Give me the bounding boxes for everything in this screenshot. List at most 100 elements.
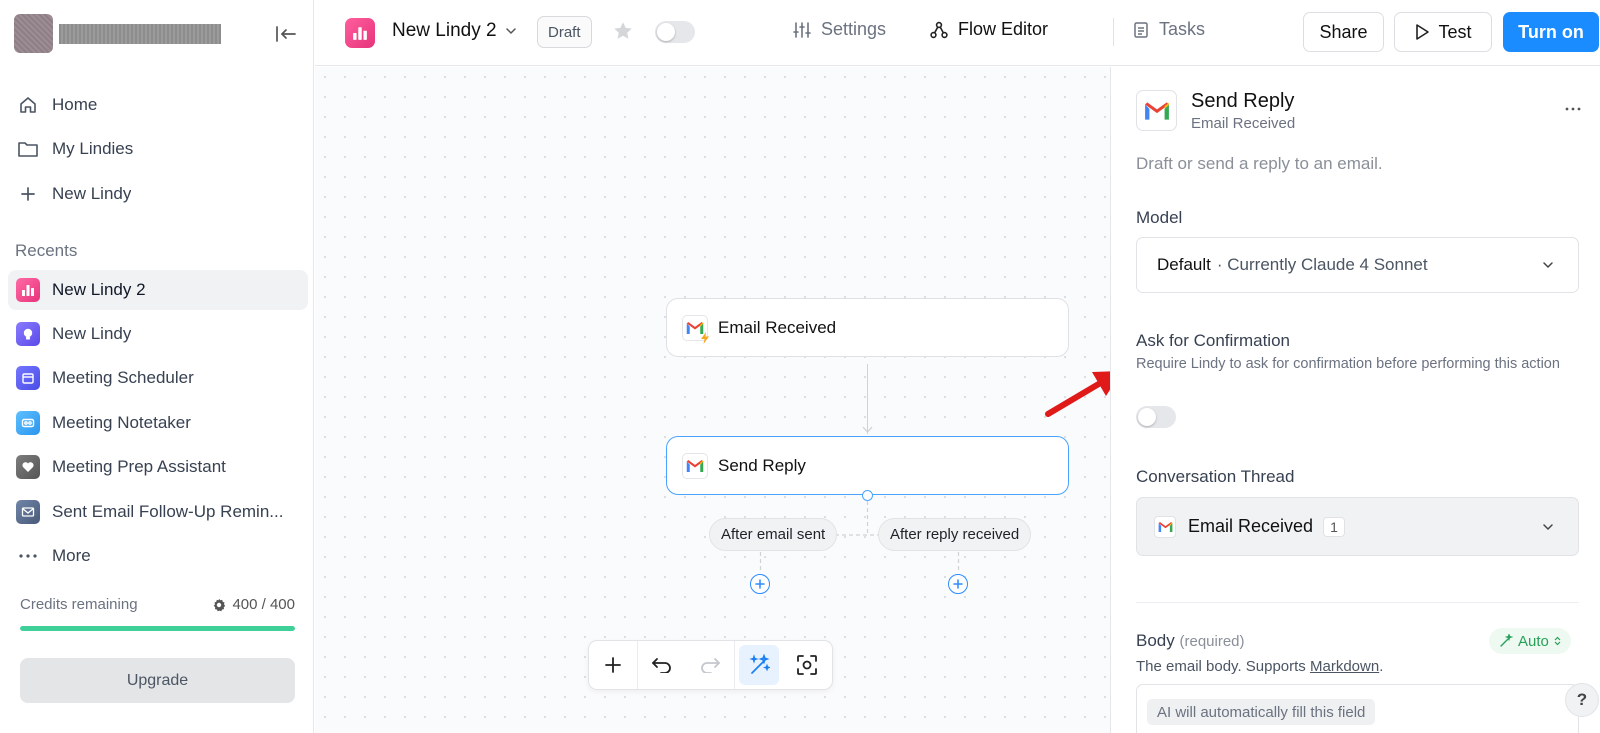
gmail-icon xyxy=(1154,515,1176,538)
folder-icon xyxy=(16,137,40,161)
credits-value: 400 / 400 xyxy=(232,596,295,613)
workspace-name[interactable] xyxy=(59,24,221,44)
add-step-button[interactable] xyxy=(948,574,968,594)
nav-home[interactable]: Home xyxy=(8,85,308,125)
credits-progress-bar xyxy=(20,626,295,631)
connector-arrow-icon xyxy=(862,426,873,433)
ai-fill-placeholder: AI will automatically fill this field xyxy=(1147,699,1376,725)
body-required-hint: (required) xyxy=(1179,633,1245,650)
toolbar-divider xyxy=(734,641,735,689)
add-step-button[interactable] xyxy=(750,574,770,594)
gmail-icon xyxy=(682,452,708,479)
canvas-toolbar xyxy=(588,640,833,690)
plus-icon xyxy=(605,657,621,673)
gmail-trigger-icon xyxy=(682,314,709,344)
tab-tasks-label: Tasks xyxy=(1159,19,1206,39)
markdown-link[interactable]: Markdown xyxy=(1310,658,1379,675)
recent-item-meeting-prep-assistant[interactable]: Meeting Prep Assistant xyxy=(8,447,308,487)
sidebar: Home My Lindies New Lindy Recents New Li… xyxy=(0,0,314,733)
auto-mode-select[interactable]: Auto xyxy=(1489,628,1571,654)
conversation-thread-value: Email Received xyxy=(1188,516,1314,536)
turn-on-button[interactable]: Turn on xyxy=(1503,12,1599,52)
add-node-button[interactable] xyxy=(589,641,637,689)
nav-home-label: Home xyxy=(52,95,98,114)
redo-button[interactable] xyxy=(686,641,734,689)
test-button[interactable]: Test xyxy=(1394,12,1492,52)
node-output-port[interactable] xyxy=(862,490,873,501)
confirmation-label: Ask for Confirmation xyxy=(1136,331,1290,350)
branch-after-email-sent[interactable]: After email sent xyxy=(709,518,838,551)
redo-icon xyxy=(701,658,720,673)
lindy-enabled-toggle[interactable] xyxy=(655,21,695,43)
plus-icon xyxy=(16,182,40,206)
nav-my-lindies[interactable]: My Lindies xyxy=(8,129,308,169)
tab-tasks[interactable]: Tasks xyxy=(1133,19,1205,40)
tab-flow-editor-label: Flow Editor xyxy=(958,19,1049,39)
recent-item-label: Meeting Notetaker xyxy=(52,413,191,432)
undo-button[interactable] xyxy=(638,641,686,689)
plus-icon xyxy=(953,579,963,589)
tab-flow-editor[interactable]: Flow Editor xyxy=(930,19,1048,40)
panel-subtitle: Email Received xyxy=(1191,115,1296,132)
nav-more[interactable]: More xyxy=(8,536,308,576)
recent-item-meeting-scheduler[interactable]: Meeting Scheduler xyxy=(8,358,308,398)
collapse-sidebar-button[interactable] xyxy=(272,20,300,48)
recent-item-new-lindy[interactable]: New Lindy xyxy=(8,314,308,354)
confirmation-help: Require Lindy to ask for confirmation be… xyxy=(1136,356,1560,372)
auto-layout-button[interactable] xyxy=(739,645,779,685)
flow-node-send-reply[interactable]: Send Reply xyxy=(666,436,1069,495)
credits-gear-icon xyxy=(214,598,226,611)
help-button[interactable]: ? xyxy=(1565,683,1599,717)
body-help: The email body. Supports Markdown. xyxy=(1136,656,1576,678)
tab-settings[interactable]: Settings xyxy=(793,19,886,40)
nav-my-lindies-label: My Lindies xyxy=(52,139,134,158)
recent-item-new-lindy-2[interactable]: New Lindy 2 xyxy=(8,270,308,310)
home-icon xyxy=(16,93,40,117)
recent-item-sent-email-follow-up[interactable]: Sent Email Follow-Up Remin... xyxy=(8,492,308,532)
model-select-value: Default xyxy=(1157,255,1211,274)
panel-description: Draft or send a reply to an email. xyxy=(1136,154,1383,173)
tab-settings-label: Settings xyxy=(821,19,887,39)
lindy-title-dropdown[interactable]: New Lindy 2 xyxy=(392,20,517,42)
auto-mode-label: Auto xyxy=(1518,632,1549,650)
star-icon xyxy=(614,22,632,39)
fit-view-button[interactable] xyxy=(783,641,831,689)
body-input[interactable]: AI will automatically fill this field xyxy=(1136,684,1579,733)
recents-heading: Recents xyxy=(15,241,78,260)
recent-item-label: Meeting Scheduler xyxy=(52,368,194,387)
workspace-avatar[interactable] xyxy=(14,14,53,53)
upgrade-button[interactable]: Upgrade xyxy=(20,658,295,703)
more-options-button[interactable] xyxy=(1561,97,1585,121)
flow-node-email-received[interactable]: Email Received xyxy=(666,298,1069,357)
bar-chart-icon xyxy=(16,278,40,302)
recent-item-label: Meeting Prep Assistant xyxy=(52,457,226,476)
body-help-suffix: . xyxy=(1379,658,1384,675)
recent-item-meeting-notetaker[interactable]: Meeting Notetaker xyxy=(8,403,308,443)
plus-icon xyxy=(755,579,765,589)
confirmation-toggle[interactable] xyxy=(1136,406,1176,428)
panel-title: Send Reply xyxy=(1191,90,1295,112)
clipboard-icon xyxy=(1134,21,1148,38)
share-button-label: Share xyxy=(1319,21,1368,42)
thread-count-badge: 1 xyxy=(1323,516,1345,537)
flow-icon xyxy=(930,21,948,38)
recent-item-label: New Lindy 2 xyxy=(52,280,146,299)
status-badge: Draft xyxy=(537,16,592,48)
credits-label: Credits remaining xyxy=(20,596,138,613)
branch-after-reply-received[interactable]: After reply received xyxy=(878,518,1032,551)
gmail-icon xyxy=(1136,90,1177,131)
flow-node-label: Email Received xyxy=(718,317,837,337)
nav-new-lindy[interactable]: New Lindy xyxy=(8,174,308,214)
body-label: Body (required) xyxy=(1136,631,1245,651)
more-dots-icon xyxy=(16,544,40,568)
conversation-thread-select[interactable]: Email Received 1 xyxy=(1136,497,1579,556)
focus-frame-icon xyxy=(797,655,817,675)
share-button[interactable]: Share xyxy=(1303,12,1384,52)
favorite-star-button[interactable] xyxy=(612,20,636,44)
model-label: Model xyxy=(1136,208,1183,227)
lindy-title: New Lindy 2 xyxy=(392,20,497,41)
flow-canvas[interactable]: Email Received Send Reply After email se… xyxy=(315,67,1110,733)
model-select[interactable]: Default · Currently Claude 4 Sonnet xyxy=(1136,237,1579,293)
step-config-panel: Send Reply Email Received Draft or send … xyxy=(1110,67,1600,733)
top-bar: New Lindy 2 Draft Settings Flow Editor T… xyxy=(315,0,1600,66)
